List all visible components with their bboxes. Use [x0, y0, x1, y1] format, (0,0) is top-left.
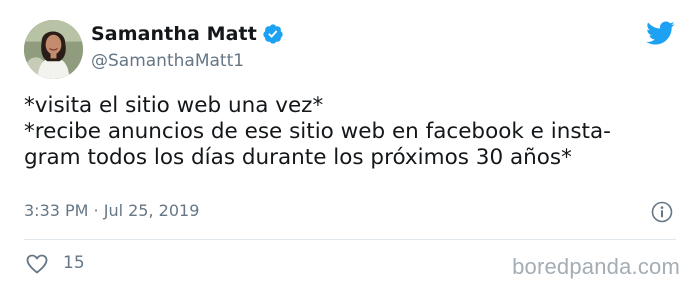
author-name-row: Samantha Matt: [91, 22, 284, 46]
tweet-text-line: *visita el sitio web una vez*: [24, 93, 324, 118]
info-icon[interactable]: [650, 200, 674, 224]
avatar[interactable]: [24, 20, 83, 79]
divider: [24, 239, 676, 240]
tweet-text-line: *recibe anuncios de ese sitio web en fac…: [24, 119, 611, 144]
tweet-text: *visita el sitio web una vez* *recibe an…: [24, 93, 674, 171]
twitter-bird-icon[interactable]: [644, 18, 676, 48]
watermark: boredpanda.com: [512, 254, 680, 279]
tweet-timestamp[interactable]: 3:33 PM · Jul 25, 2019: [24, 201, 199, 220]
user-handle[interactable]: @SamanthaMatt1: [91, 51, 244, 71]
tweet-text-line: gram todos los días durante los próximos…: [24, 145, 572, 170]
heart-icon[interactable]: [24, 252, 50, 276]
display-name[interactable]: Samantha Matt: [91, 23, 257, 45]
verified-badge-icon: [262, 23, 284, 45]
like-count: 15: [63, 253, 85, 273]
